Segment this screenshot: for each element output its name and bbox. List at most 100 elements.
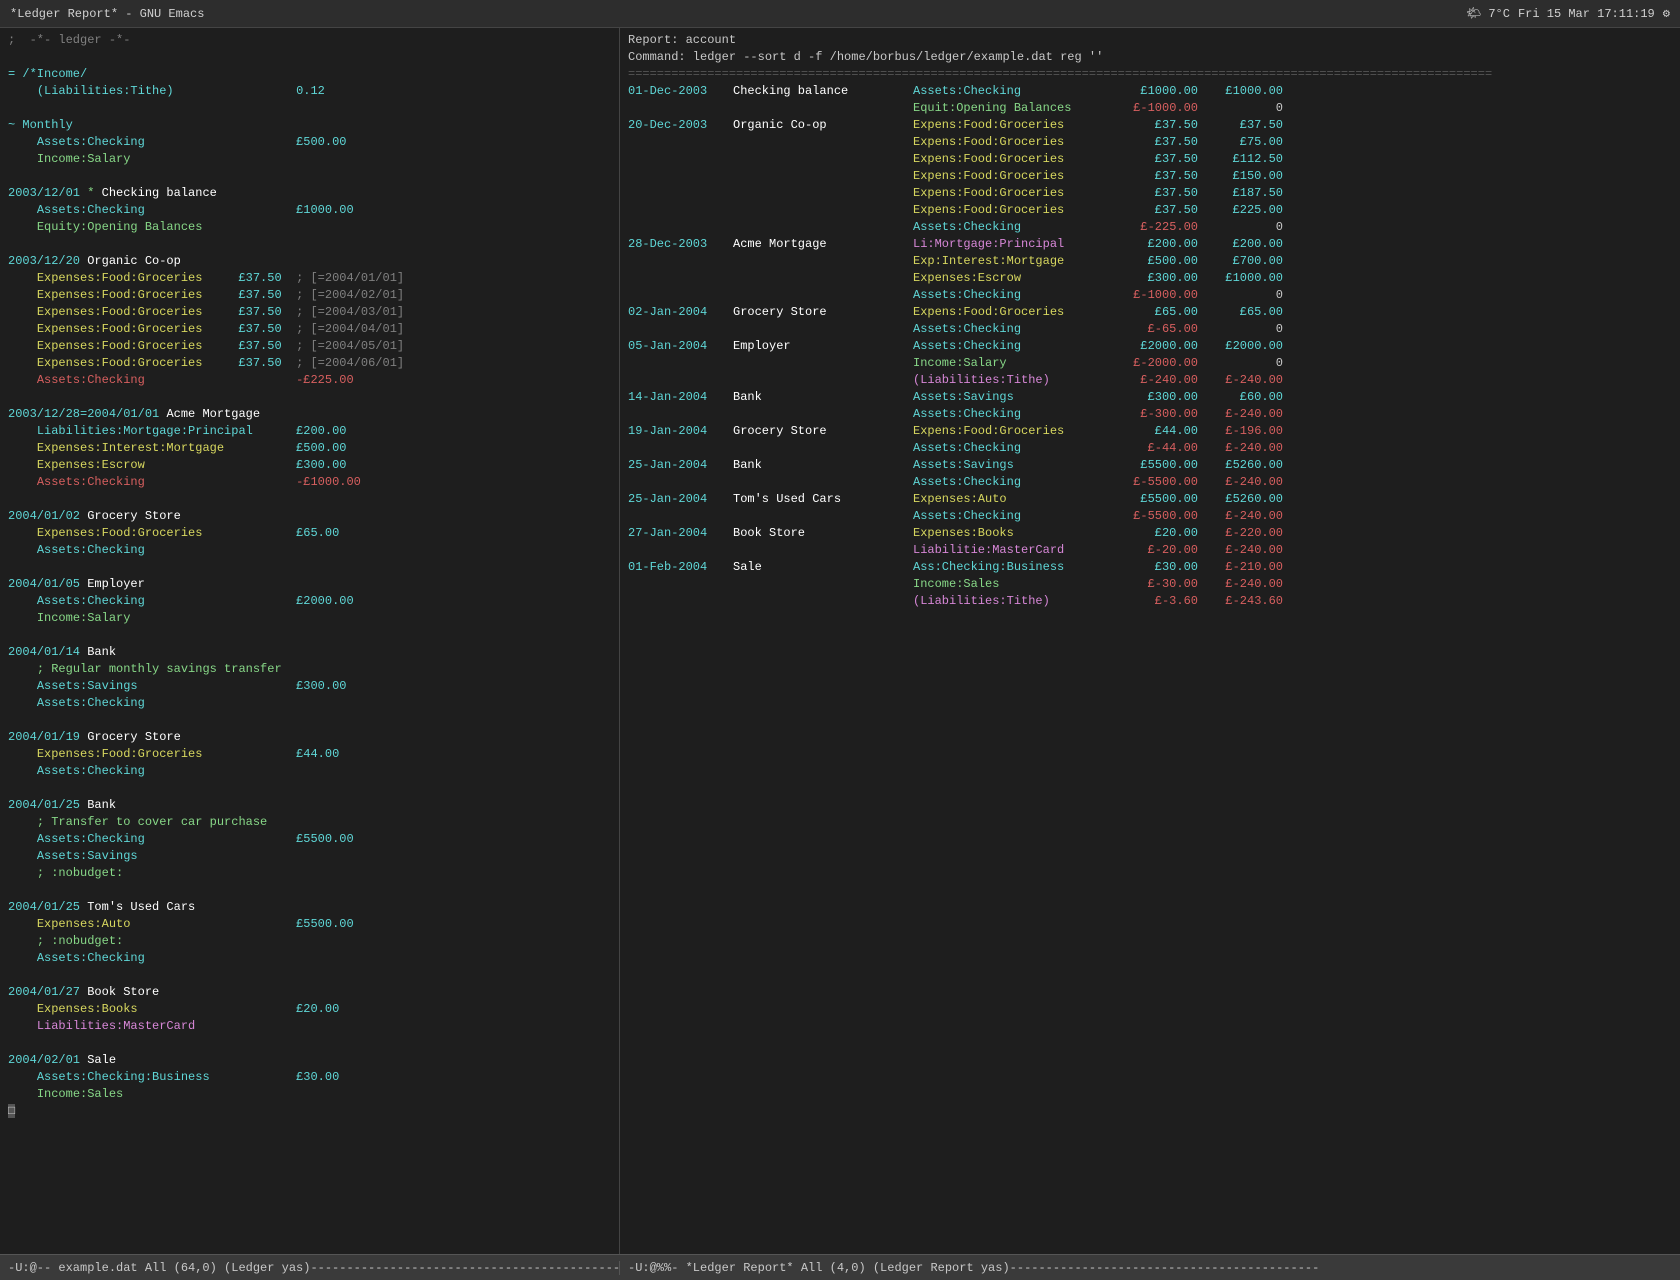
left-line: 2004/02/01 Sale	[0, 1052, 619, 1069]
left-line	[0, 49, 619, 66]
titlebar-right: 🌤 7°C Fri 15 Mar 17:11:19 ⚙	[1466, 6, 1670, 21]
clock-label: Fri 15 Mar 17:11:19	[1518, 7, 1655, 21]
left-line: Assets:Checking £1000.00	[0, 202, 619, 219]
left-line	[0, 780, 619, 797]
left-line: Expenses:Auto £5500.00	[0, 916, 619, 933]
left-line: Expenses:Food:Groceries £37.50 ; [=2004/…	[0, 287, 619, 304]
report-row: Liabilitie:MasterCard£-20.00£-240.00	[620, 542, 1680, 559]
titlebar-title: *Ledger Report* - GNU Emacs	[10, 7, 204, 21]
left-line	[0, 559, 619, 576]
left-line: ; Regular monthly savings transfer	[0, 661, 619, 678]
report-row: Assets:Checking£-5500.00£-240.00	[620, 508, 1680, 525]
statusbar-right: -U:@%%- *Ledger Report* All (4,0) (Ledge…	[620, 1261, 1680, 1275]
left-line: 2004/01/25 Bank	[0, 797, 619, 814]
left-line: Assets:Checking	[0, 763, 619, 780]
report-row: Assets:Checking£-5500.00£-240.00	[620, 474, 1680, 491]
left-line: Income:Salary	[0, 151, 619, 168]
report-row: 20-Dec-2003Organic Co-opExpens:Food:Groc…	[620, 117, 1680, 134]
statusbar: -U:@-- example.dat All (64,0) (Ledger ya…	[0, 1254, 1680, 1280]
left-line: Assets:Savings	[0, 848, 619, 865]
report-row: Expens:Food:Groceries£37.50£187.50	[620, 185, 1680, 202]
left-line: ; :nobudget:	[0, 933, 619, 950]
left-line: 2003/12/28=2004/01/01 Acme Mortgage	[0, 406, 619, 423]
left-line: Assets:Checking	[0, 950, 619, 967]
left-line: Expenses:Interest:Mortgage £500.00	[0, 440, 619, 457]
report-row: Income:Sales£-30.00£-240.00	[620, 576, 1680, 593]
report-row: 01-Feb-2004SaleAss:Checking:Business£30.…	[620, 559, 1680, 576]
left-line: 2003/12/20 Organic Co-op	[0, 253, 619, 270]
report-row: Exp:Interest:Mortgage£500.00£700.00	[620, 253, 1680, 270]
left-line: Assets:Checking	[0, 542, 619, 559]
left-content: ; -*- ledger -*- = /*Income/ (Liabilitie…	[0, 32, 619, 1120]
left-line: 2004/01/02 Grocery Store	[0, 508, 619, 525]
report-command: Command: ledger --sort d -f /home/borbus…	[620, 49, 1680, 66]
left-pane[interactable]: ; -*- ledger -*- = /*Income/ (Liabilitie…	[0, 28, 620, 1254]
left-line	[0, 491, 619, 508]
report-row: 28-Dec-2003Acme MortgageLi:Mortgage:Prin…	[620, 236, 1680, 253]
left-line	[0, 1035, 619, 1052]
left-line: Assets:Checking	[0, 695, 619, 712]
report-row: (Liabilities:Tithe)£-240.00£-240.00	[620, 372, 1680, 389]
left-line: Equity:Opening Balances	[0, 219, 619, 236]
left-line	[0, 627, 619, 644]
report-row: Assets:Checking£-300.00£-240.00	[620, 406, 1680, 423]
left-line: 2004/01/05 Employer	[0, 576, 619, 593]
left-line: Liabilities:Mortgage:Principal £200.00	[0, 423, 619, 440]
left-line: Liabilities:MasterCard	[0, 1018, 619, 1035]
left-line	[0, 236, 619, 253]
left-line: Assets:Checking:Business £30.00	[0, 1069, 619, 1086]
main-area: ; -*- ledger -*- = /*Income/ (Liabilitie…	[0, 28, 1680, 1254]
report-row: Expens:Food:Groceries£37.50£75.00	[620, 134, 1680, 151]
left-line: Assets:Checking £5500.00	[0, 831, 619, 848]
report-row: Income:Salary£-2000.000	[620, 355, 1680, 372]
report-row: Assets:Checking£-65.000	[620, 321, 1680, 338]
report-row: Assets:Checking£-44.00£-240.00	[620, 440, 1680, 457]
left-line: Expenses:Food:Groceries £37.50 ; [=2004/…	[0, 321, 619, 338]
right-content: Report: accountCommand: ledger --sort d …	[620, 32, 1680, 610]
report-row: Expens:Food:Groceries£37.50£150.00	[620, 168, 1680, 185]
statusbar-left: -U:@-- example.dat All (64,0) (Ledger ya…	[0, 1261, 620, 1275]
left-line: Expenses:Food:Groceries £65.00	[0, 525, 619, 542]
report-row: 02-Jan-2004Grocery StoreExpens:Food:Groc…	[620, 304, 1680, 321]
report-row: 19-Jan-2004Grocery StoreExpens:Food:Groc…	[620, 423, 1680, 440]
left-line: ; :nobudget:	[0, 865, 619, 882]
right-pane[interactable]: Report: accountCommand: ledger --sort d …	[620, 28, 1680, 1254]
left-line: ~ Monthly	[0, 117, 619, 134]
titlebar: *Ledger Report* - GNU Emacs 🌤 7°C Fri 15…	[0, 0, 1680, 28]
left-line: = /*Income/	[0, 66, 619, 83]
report-row: 05-Jan-2004EmployerAssets:Checking£2000.…	[620, 338, 1680, 355]
left-line: 2004/01/19 Grocery Store	[0, 729, 619, 746]
report-row: (Liabilities:Tithe)£-3.60£-243.60	[620, 593, 1680, 610]
left-line: Assets:Savings £300.00	[0, 678, 619, 695]
report-row: 25-Jan-2004Tom's Used CarsExpenses:Auto£…	[620, 491, 1680, 508]
left-line: ; Transfer to cover car purchase	[0, 814, 619, 831]
report-row: Assets:Checking£-225.000	[620, 219, 1680, 236]
left-line: Expenses:Escrow £300.00	[0, 457, 619, 474]
left-line	[0, 967, 619, 984]
left-line: Assets:Checking £500.00	[0, 134, 619, 151]
left-line	[0, 100, 619, 117]
left-line	[0, 712, 619, 729]
report-row: Expens:Food:Groceries£37.50£225.00	[620, 202, 1680, 219]
report-row: 14-Jan-2004BankAssets:Savings£300.00£60.…	[620, 389, 1680, 406]
left-line: Expenses:Food:Groceries £37.50 ; [=2004/…	[0, 304, 619, 321]
left-line: Income:Sales	[0, 1086, 619, 1103]
left-line: Expenses:Food:Groceries £37.50 ; [=2004/…	[0, 338, 619, 355]
left-line: Assets:Checking -£1000.00	[0, 474, 619, 491]
weather-label: 🌤 7°C	[1466, 6, 1510, 21]
report-separator: ========================================…	[620, 66, 1680, 83]
left-line: Assets:Checking -£225.00	[0, 372, 619, 389]
report-row: Expenses:Escrow£300.00£1000.00	[620, 270, 1680, 287]
left-line: 2004/01/14 Bank	[0, 644, 619, 661]
left-line: □	[0, 1103, 619, 1120]
left-line: (Liabilities:Tithe) 0.12	[0, 83, 619, 100]
left-line: 2004/01/25 Tom's Used Cars	[0, 899, 619, 916]
left-line: Expenses:Food:Groceries £44.00	[0, 746, 619, 763]
report-row: 27-Jan-2004Book StoreExpenses:Books£20.0…	[620, 525, 1680, 542]
settings-icon[interactable]: ⚙	[1663, 6, 1670, 21]
left-line: 2004/01/27 Book Store	[0, 984, 619, 1001]
left-line: Expenses:Food:Groceries £37.50 ; [=2004/…	[0, 270, 619, 287]
left-line	[0, 882, 619, 899]
report-row: Equit:Opening Balances£-1000.000	[620, 100, 1680, 117]
left-line: Expenses:Books £20.00	[0, 1001, 619, 1018]
